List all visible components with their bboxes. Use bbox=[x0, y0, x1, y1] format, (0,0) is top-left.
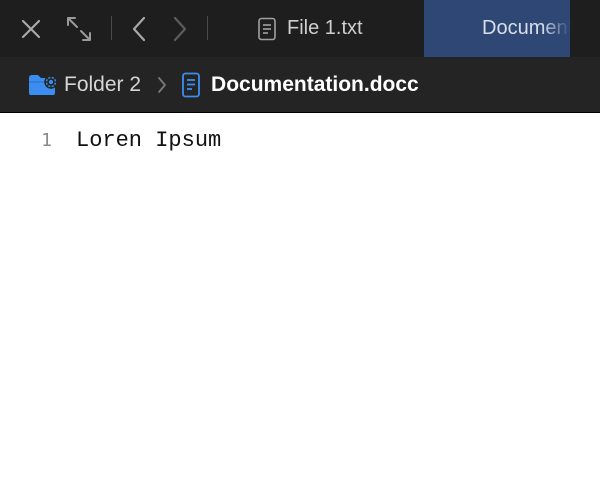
tab-overflow-fade bbox=[542, 0, 570, 57]
folder-gear-icon bbox=[29, 74, 58, 95]
document-icon bbox=[182, 72, 200, 97]
chevron-right-icon bbox=[158, 76, 166, 93]
line-text[interactable]: Loren Ipsum bbox=[76, 128, 221, 153]
back-button[interactable] bbox=[126, 15, 152, 43]
breadcrumb-separator bbox=[157, 76, 167, 94]
toolbar-separator bbox=[111, 16, 112, 40]
breadcrumb-folder-label: Folder 2 bbox=[64, 72, 142, 96]
tab-documentation[interactable]: Documentation.docc bbox=[424, 0, 570, 57]
text-editor[interactable]: 1 Loren Ipsum bbox=[0, 114, 600, 500]
tab-file-1[interactable]: File 1.txt bbox=[240, 0, 420, 57]
close-button[interactable] bbox=[18, 16, 44, 42]
line-number: 1 bbox=[41, 129, 52, 151]
document-icon bbox=[258, 17, 276, 40]
tab-label: File 1.txt bbox=[287, 17, 363, 39]
breadcrumb: Folder 2 Documentation.docc bbox=[0, 57, 600, 113]
breadcrumb-file-label: Documentation.docc bbox=[211, 72, 419, 96]
breadcrumb-folder[interactable]: Folder 2 bbox=[28, 73, 141, 97]
chevron-right-icon bbox=[173, 16, 187, 42]
forward-button[interactable] bbox=[167, 15, 193, 43]
tab-bar: File 1.txt Documentation.docc bbox=[0, 0, 600, 57]
toolbar-separator bbox=[207, 16, 208, 40]
chevron-left-icon bbox=[132, 16, 146, 42]
expand-icon bbox=[67, 17, 91, 41]
close-icon bbox=[21, 19, 41, 39]
expand-button[interactable] bbox=[63, 13, 95, 45]
editor-line: 1 Loren Ipsum bbox=[0, 126, 600, 154]
breadcrumb-file[interactable]: Documentation.docc bbox=[181, 72, 419, 98]
